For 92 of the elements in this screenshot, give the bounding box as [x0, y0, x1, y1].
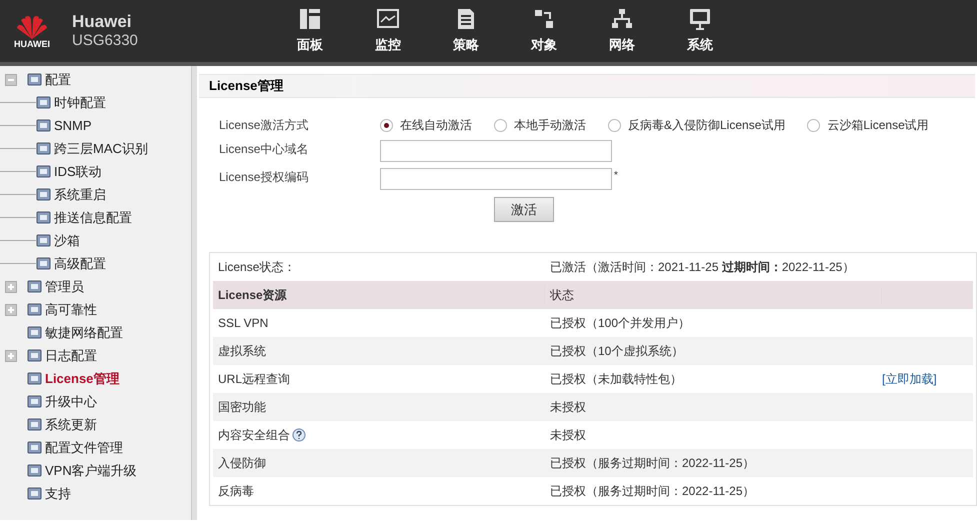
model-name: USG6330	[72, 32, 139, 51]
table-cell-text: 已授权（10个虚拟系统）	[549, 343, 684, 360]
tree-item[interactable]: 敏捷网络配置	[44, 322, 124, 342]
tree-item[interactable]: 系统更新	[44, 414, 98, 434]
tree-node-icon	[27, 325, 42, 340]
radio-option[interactable]: 反病毒&入侵防御License试用	[608, 116, 786, 134]
table-cell-text: 反病毒	[218, 483, 254, 500]
tree-node-icon	[36, 210, 51, 225]
tree-node-icon	[27, 348, 42, 363]
tree-item[interactable]: 升级中心	[44, 392, 98, 412]
tree-item[interactable]: 高可靠性	[44, 300, 98, 320]
radio-option[interactable]: 云沙箱License试用	[807, 116, 929, 134]
tree-node-icon	[27, 279, 42, 294]
expand-toggle[interactable]	[5, 280, 17, 292]
product-name: Huawei	[72, 11, 133, 32]
nav-tab[interactable]: 面板	[284, 7, 336, 55]
tree-item[interactable]: IDS联动	[53, 162, 103, 182]
field-label: License中心域名	[219, 141, 310, 158]
tree-item[interactable]: VPN客户端升级	[44, 460, 138, 480]
tree-node-icon	[27, 72, 42, 87]
brand-logo-text: HUAWEI	[14, 40, 50, 48]
activate-button[interactable]: 激活	[494, 197, 554, 222]
tree-node-icon	[36, 118, 51, 133]
panel-title: License管理	[199, 74, 975, 98]
expand-toggle[interactable]	[5, 74, 17, 86]
load-link[interactable]: [立即加载]	[882, 370, 937, 388]
tree-item[interactable]: 高级配置	[53, 254, 107, 274]
status-value: 已激活（激活时间：2021-11-25 过期时间：2022-11-25）	[550, 259, 854, 276]
column-header: 状态	[545, 286, 882, 304]
table-cell-text: 国密功能	[218, 399, 266, 416]
tree-node-icon	[36, 187, 51, 202]
tree-node-icon	[27, 302, 42, 317]
field-label: License激活方式	[219, 117, 310, 134]
plus-icon	[7, 282, 15, 290]
table-cell-text: 虚拟系统	[218, 343, 266, 360]
tree-item[interactable]: 系统重启	[53, 184, 107, 204]
input-field[interactable]	[380, 140, 612, 162]
radio-button[interactable]	[608, 118, 621, 132]
tree-item[interactable]: 时钟配置	[53, 92, 107, 112]
tree-item[interactable]: License管理	[44, 368, 120, 388]
tree-node-icon	[36, 256, 51, 271]
radio-option[interactable]: 在线自动激活	[380, 116, 472, 134]
expand-toggle[interactable]	[5, 304, 17, 316]
table-cell-text: 未授权	[549, 427, 587, 444]
table-cell-text: 已授权（服务过期时间：2022-11-25）	[549, 483, 756, 500]
tree-item[interactable]: 日志配置	[44, 346, 98, 366]
table-cell-text: 入侵防御	[218, 455, 266, 472]
tree-item[interactable]: SNMP	[53, 116, 93, 136]
column-header: License资源	[213, 286, 545, 304]
plus-icon	[7, 352, 15, 360]
radio-button[interactable]	[380, 118, 393, 132]
nav-tab[interactable]: 监控	[362, 7, 414, 55]
tree-node-icon	[27, 417, 42, 432]
input-field[interactable]	[380, 168, 612, 190]
expand-toggle[interactable]	[5, 350, 17, 362]
required-mark: *	[614, 169, 618, 183]
field-label: License授权编码	[219, 169, 310, 186]
table-cell-text: SSL VPN	[218, 315, 268, 332]
tree-item[interactable]: 配置	[44, 70, 72, 90]
plus-icon	[7, 306, 15, 314]
radio-button[interactable]	[807, 118, 820, 132]
flower-logo-icon	[15, 14, 49, 40]
nav-tab[interactable]: 系统	[674, 7, 726, 55]
radio-button[interactable]	[494, 118, 507, 132]
table-cell-text: 已授权（服务过期时间：2022-11-25）	[549, 455, 756, 472]
dashboard-icon	[298, 7, 322, 32]
tree-node-icon	[36, 95, 51, 110]
table-cell-text: 已授权（未加载特性包）	[549, 371, 683, 388]
tree-node-icon	[27, 394, 42, 409]
tree-node-icon	[36, 141, 51, 156]
table-cell-text: URL远程查询	[218, 371, 290, 388]
nav-tab[interactable]: 对象	[518, 7, 570, 55]
table-cell-text: 内容安全组合	[218, 427, 290, 444]
nav-tab[interactable]: 网络	[596, 7, 648, 55]
tree-item[interactable]: 推送信息配置	[53, 208, 133, 228]
tree-item[interactable]: 跨三层MAC识别	[53, 138, 149, 158]
tree-node-icon	[27, 440, 42, 455]
table-cell-text: 未授权	[549, 399, 587, 416]
tree-node-icon	[36, 233, 51, 248]
nav-tab[interactable]: 策略	[440, 7, 492, 55]
tree-node-icon	[27, 486, 42, 501]
table-cell-text: 已授权（100个并发用户）	[549, 315, 692, 332]
tree-node-icon	[27, 371, 42, 386]
tree-item[interactable]: 沙箱	[53, 230, 81, 250]
tree-node-icon	[27, 463, 42, 478]
tree-item[interactable]: 管理员	[44, 276, 85, 296]
tree-item[interactable]: 配置文件管理	[44, 438, 124, 458]
radio-option[interactable]: 本地手动激活	[494, 116, 586, 134]
status-label: License状态：	[218, 259, 296, 276]
tree-item[interactable]: 支持	[44, 484, 72, 504]
tree-node-icon	[36, 164, 51, 179]
system-icon	[688, 7, 712, 32]
